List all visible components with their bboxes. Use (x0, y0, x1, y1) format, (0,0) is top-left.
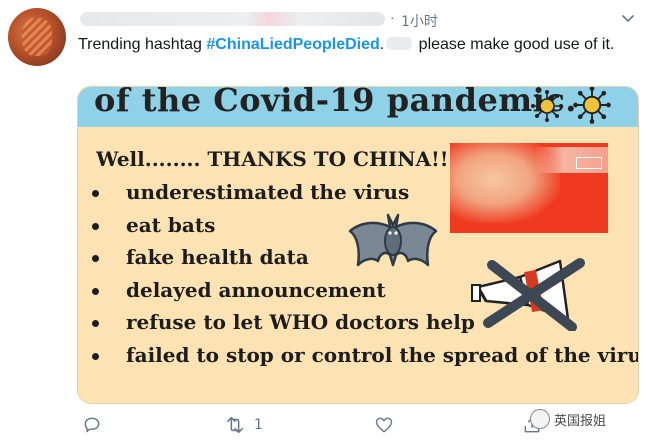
reply-button[interactable] (82, 413, 102, 437)
flag-label-box (576, 157, 602, 169)
tweet-text-period: . (379, 36, 385, 53)
reply-icon (84, 417, 100, 433)
flag-image (450, 143, 608, 233)
virus-icon (573, 87, 611, 124)
tweet-text-prefix: Trending hashtag (78, 36, 207, 53)
like-button[interactable] (374, 413, 394, 437)
tweet-text: Trending hashtag #ChinaLiedPeopleDied. p… (78, 34, 638, 55)
hashtag-link[interactable]: #ChinaLiedPeopleDied (206, 36, 379, 53)
banner-title: of the Covid-19 pandemic. (94, 86, 577, 119)
bat-icon (348, 213, 438, 267)
retweet-count: 1 (254, 417, 263, 433)
blurred-author-name[interactable] (80, 12, 385, 26)
tweet-header: · 1小时 (76, 8, 636, 30)
avatar-image (22, 18, 52, 56)
virus-icon (531, 90, 563, 122)
retweet-icon (226, 416, 244, 434)
bullet-item: failed to stop or control the spread of … (88, 340, 638, 373)
watermark-text: 英国报姐 (554, 413, 607, 429)
tweet-timestamp[interactable]: 1小时 (401, 11, 438, 31)
blurred-word (386, 37, 413, 50)
image-banner: of the Covid-19 pandemic. (78, 87, 638, 127)
chevron-down-icon[interactable] (618, 8, 638, 28)
retweet-button[interactable]: 1 (224, 413, 263, 437)
watermark: 英国报姐 (530, 408, 606, 430)
image-headline: Well........ THANKS TO CHINA!!!! (96, 147, 467, 171)
time-separator: · (390, 9, 395, 25)
watermark-logo-icon (530, 409, 550, 429)
avatar[interactable] (8, 8, 66, 66)
crossed-megaphone-icon (471, 258, 585, 331)
tweet-media-image[interactable]: of the Covid-19 pandemic. Well........ T… (77, 86, 639, 404)
heart-icon (375, 417, 393, 433)
tweet-text-suffix: please make good use of it. (414, 36, 615, 53)
